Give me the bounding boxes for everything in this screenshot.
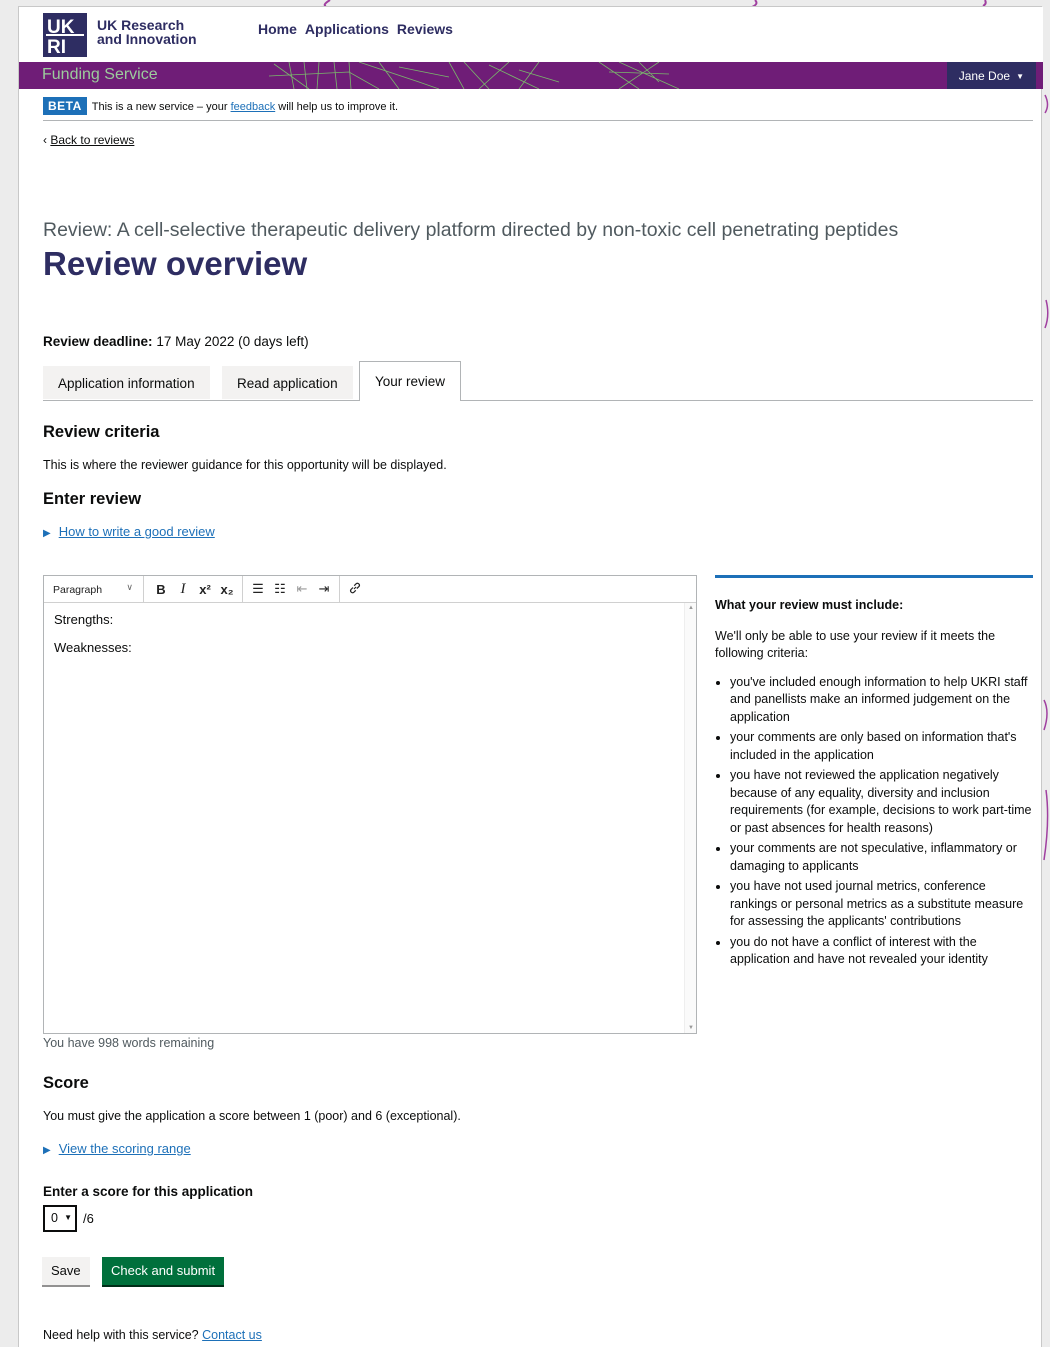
tab-list: Application information Read application… [43, 361, 1033, 401]
editor-line-strengths: Strengths: [54, 612, 114, 627]
review-criteria-text: This is where the reviewer guidance for … [43, 458, 447, 472]
requirements-heading: What your review must include: [715, 598, 904, 612]
score-select[interactable]: 0 ▼ [43, 1205, 77, 1232]
contact-us-link[interactable]: Contact us [202, 1328, 262, 1342]
feedback-link[interactable]: feedback [231, 101, 276, 113]
bar-pattern [268, 62, 680, 89]
requirement-item: your comments are only based on informat… [730, 729, 1033, 764]
format-select-value: Paragraph [53, 583, 103, 596]
page-caption: Review: A cell-selective therapeutic del… [43, 219, 899, 241]
deadline-value: 17 May 2022 (0 days left) [156, 334, 309, 349]
bullet-list-icon[interactable]: ☰ [247, 581, 269, 597]
top-navigation: Home Applications Reviews [258, 21, 453, 37]
score-instructions: You must give the application a score be… [43, 1109, 461, 1123]
enter-review-heading: Enter review [43, 490, 142, 508]
nav-reviews[interactable]: Reviews [397, 21, 453, 37]
how-to-write-details[interactable]: ▶ How to write a good review [43, 524, 215, 539]
superscript-icon[interactable]: x² [194, 582, 216, 597]
italic-icon[interactable]: I [172, 581, 194, 598]
review-requirements-panel: What your review must include: We'll onl… [715, 575, 1033, 972]
triangle-right-icon: ▶ [43, 528, 51, 539]
score-label: Enter a score for this application [43, 1184, 254, 1199]
requirement-item: you have not reviewed the application ne… [730, 767, 1033, 837]
nav-applications[interactable]: Applications [305, 21, 389, 37]
nav-home[interactable]: Home [258, 21, 297, 37]
bold-icon[interactable]: B [150, 582, 172, 597]
score-select-value: 0 [51, 1211, 58, 1225]
chevron-down-icon: ▼ [64, 1213, 72, 1222]
caret-down-icon: ▼ [1016, 72, 1024, 81]
page-title: Review overview [43, 245, 308, 282]
requirements-intro: We'll only be able to use your review if… [715, 628, 996, 661]
requirements-list: you've included enough information to he… [715, 674, 1033, 969]
save-button[interactable]: Save [42, 1257, 90, 1285]
score-input-row: 0 ▼ /6 [43, 1205, 94, 1232]
editor-toolbar: Paragraph ∨ B I x² x₂ ☰ ☷ ⇤ ⇥ [44, 575, 696, 603]
help-text: Need help with this service? Contact us [43, 1328, 262, 1342]
brand-name: UK Research and Innovation [97, 18, 197, 46]
brand-line-1: UK Research [97, 17, 185, 33]
user-menu-button[interactable]: Jane Doe ▼ [946, 62, 1036, 89]
word-count: You have 998 words remaining [43, 1036, 215, 1050]
service-name[interactable]: Funding Service [42, 66, 158, 84]
score-out-of: /6 [83, 1211, 94, 1226]
numbered-list-icon[interactable]: ☷ [269, 581, 291, 597]
subscript-icon[interactable]: x₂ [216, 582, 238, 597]
toolbar-separator [339, 575, 340, 603]
link-icon[interactable] [344, 581, 366, 598]
chevron-left-icon: ‹ [43, 133, 47, 147]
scroll-up-icon[interactable]: ▲ [688, 605, 694, 611]
score-heading: Score [43, 1074, 89, 1092]
user-name: Jane Doe [958, 69, 1011, 83]
scoring-range-details[interactable]: ▶ View the scoring range [43, 1141, 191, 1156]
format-select[interactable]: Paragraph ∨ [44, 575, 144, 603]
svg-text:RI: RI [47, 37, 66, 57]
editor-content[interactable]: Strengths: Weaknesses: ▲ ▼ [44, 603, 696, 1033]
deadline-label: Review deadline: [43, 334, 153, 349]
triangle-right-icon: ▶ [43, 1145, 51, 1156]
site-header: UK RI UK Research and Innovation Home Ap… [19, 7, 1043, 62]
phase-banner: BETA This is a new service – your feedbac… [43, 97, 1033, 121]
browser-page: UK RI UK Research and Innovation Home Ap… [18, 6, 1043, 1347]
back-link-text[interactable]: Back to reviews [50, 133, 134, 147]
scroll-down-icon[interactable]: ▼ [688, 1025, 694, 1031]
requirement-item: your comments are not speculative, infla… [730, 840, 1033, 875]
beta-text: This is a new service – your feedback wi… [92, 101, 398, 113]
beta-text-after: will help us to improve it. [278, 101, 399, 113]
editor-line-weaknesses: Weaknesses: [54, 640, 132, 655]
service-bar: Funding Service Jane Doe ▼ [19, 62, 1043, 89]
outdent-icon[interactable]: ⇤ [291, 581, 313, 597]
ukri-logo[interactable]: UK RI [43, 13, 87, 57]
how-to-write-link[interactable]: How to write a good review [59, 524, 215, 539]
back-link[interactable]: ‹ Back to reviews [43, 133, 134, 147]
beta-tag: BETA [43, 97, 87, 115]
indent-icon[interactable]: ⇥ [313, 581, 335, 597]
requirement-item: you've included enough information to he… [730, 674, 1033, 727]
tab-your-review[interactable]: Your review [359, 361, 462, 401]
rich-text-editor: Paragraph ∨ B I x² x₂ ☰ ☷ ⇤ ⇥ Strengths:… [43, 575, 697, 1034]
help-question: Need help with this service? [43, 1328, 199, 1342]
brand-line-2: and Innovation [97, 31, 197, 47]
check-and-submit-button[interactable]: Check and submit [102, 1257, 225, 1285]
tab-application-information[interactable]: Application information [43, 366, 210, 399]
chevron-down-icon: ∨ [126, 581, 133, 592]
beta-text-before: This is a new service – your [91, 101, 228, 113]
requirement-item: you do not have a conflict of interest w… [730, 934, 1033, 969]
toolbar-separator [242, 575, 243, 603]
tab-read-application[interactable]: Read application [222, 366, 353, 399]
scoring-range-link[interactable]: View the scoring range [59, 1141, 191, 1156]
requirement-item: you have not used journal metrics, confe… [730, 878, 1033, 931]
review-deadline: Review deadline: 17 May 2022 (0 days lef… [43, 334, 309, 349]
editor-scrollbar[interactable]: ▲ ▼ [684, 603, 696, 1033]
review-criteria-heading: Review criteria [43, 423, 160, 441]
